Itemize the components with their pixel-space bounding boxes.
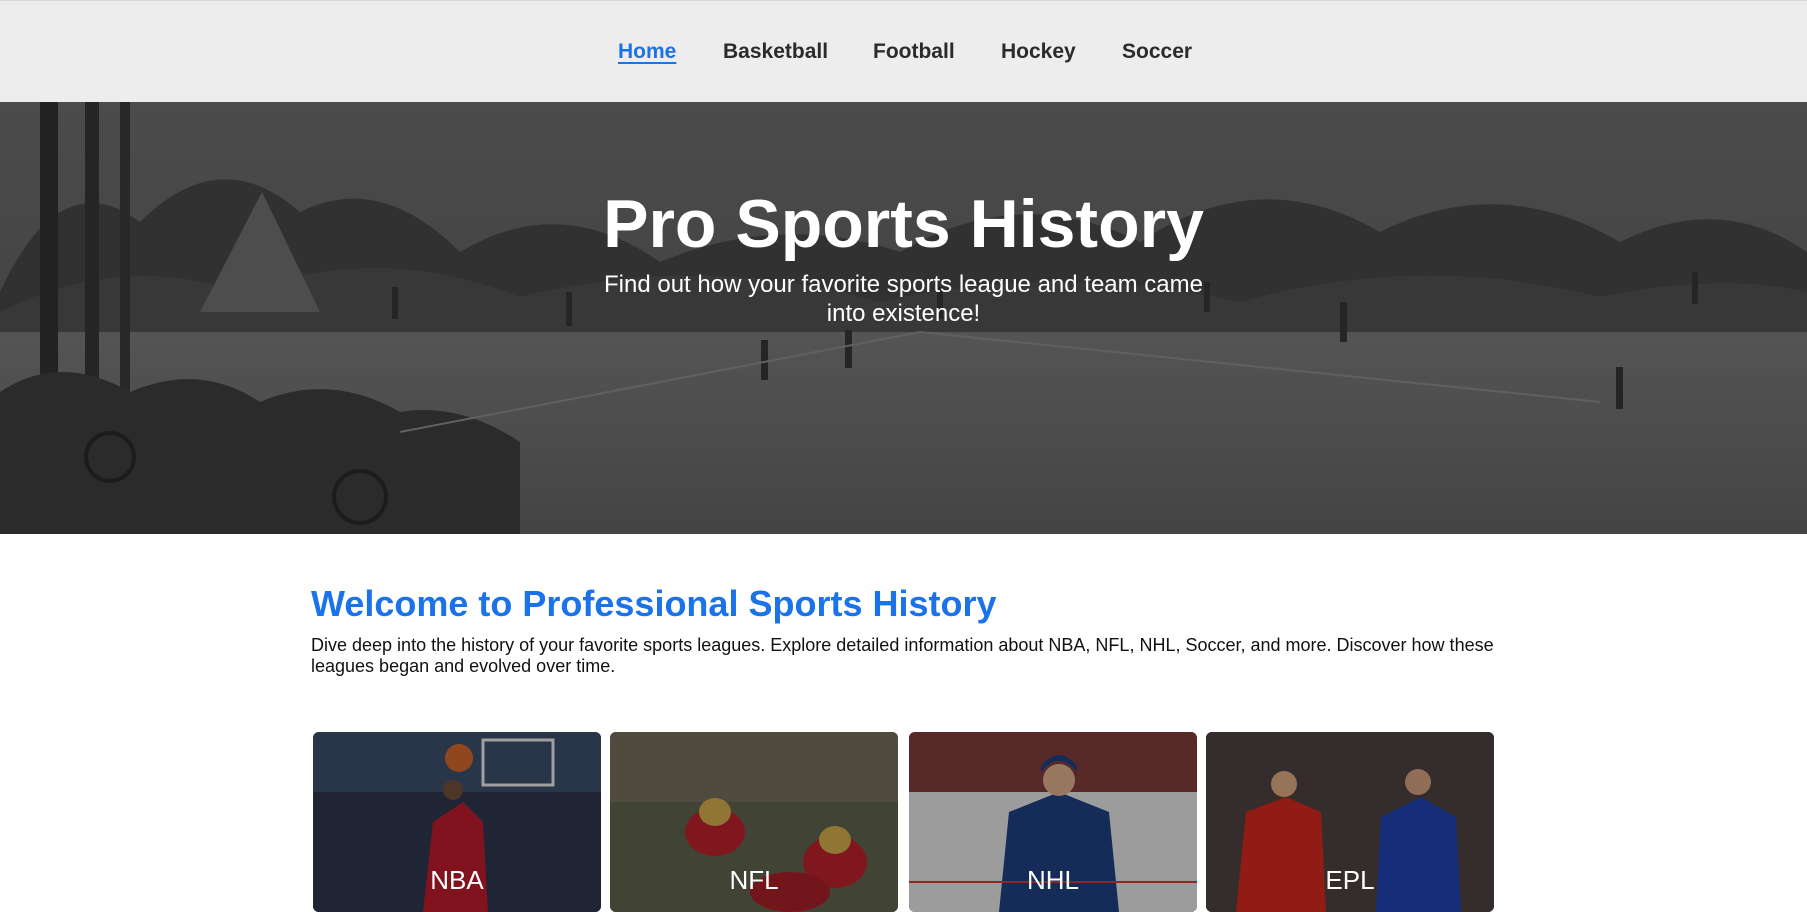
- hero-subtitle: Find out how your favorite sports league…: [604, 271, 1203, 327]
- league-card-label: NFL: [729, 865, 779, 895]
- nav-link-home[interactable]: Home: [618, 39, 676, 65]
- league-card-nfl[interactable]: NFL: [610, 732, 898, 912]
- nav-link-basketball[interactable]: Basketball: [723, 39, 828, 65]
- welcome-description: Dive deep into the history of your favor…: [311, 635, 1494, 676]
- nav-link-soccer[interactable]: Soccer: [1122, 39, 1192, 65]
- hero-banner: Pro Sports History Find out how your fav…: [0, 102, 1807, 534]
- nav-link-football[interactable]: Football: [873, 39, 955, 65]
- league-card-epl[interactable]: EPL: [1206, 732, 1494, 912]
- league-card-label: NHL: [1026, 865, 1079, 895]
- league-card-label: EPL: [1325, 865, 1375, 895]
- top-navigation: Home Basketball Football Hockey Soccer: [0, 0, 1807, 102]
- nav-link-hockey[interactable]: Hockey: [1001, 39, 1076, 65]
- league-card-label: NBA: [430, 865, 484, 895]
- welcome-title: Welcome to Professional Sports History: [311, 583, 997, 624]
- hero-title: Pro Sports History: [603, 186, 1204, 262]
- league-card-nhl[interactable]: NHL: [909, 732, 1197, 912]
- league-card-nba[interactable]: NBA: [313, 732, 601, 912]
- league-cards: NBA NFL NHL EPL: [313, 732, 1495, 912]
